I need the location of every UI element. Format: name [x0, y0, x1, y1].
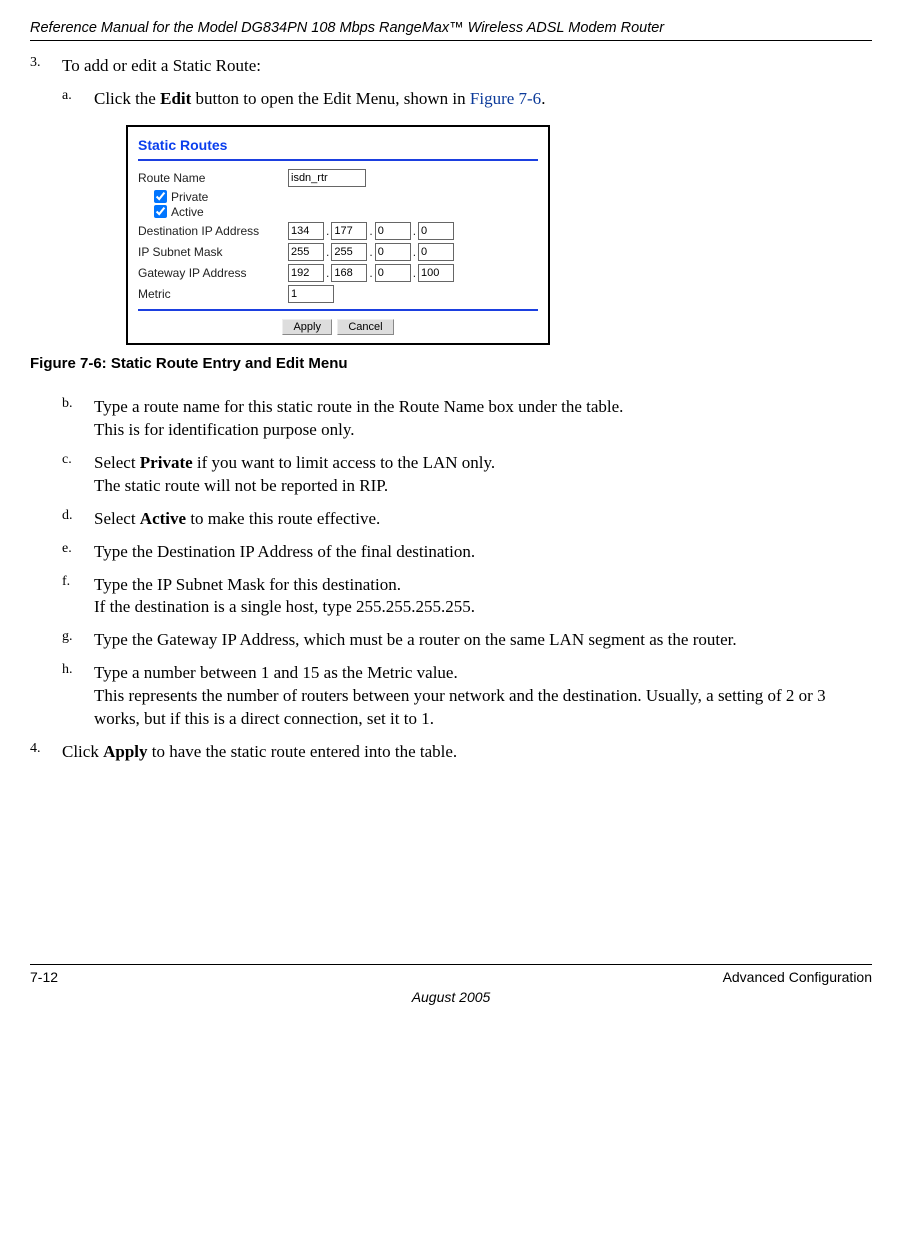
- figure-caption: Figure 7-6: Static Route Entry and Edit …: [30, 355, 872, 372]
- mask-3[interactable]: [375, 243, 411, 261]
- step-3f-marker: f.: [62, 574, 94, 620]
- step-4: 4. Click Apply to have the static route …: [30, 741, 872, 764]
- step-3a-text: Click the Edit button to open the Edit M…: [94, 88, 872, 111]
- page-number: 7-12: [30, 969, 58, 985]
- step-3f: f. Type the IP Subnet Mask for this dest…: [62, 574, 872, 620]
- panel-title: Static Routes: [138, 137, 538, 153]
- step-3b-marker: b.: [62, 396, 94, 442]
- route-name-row: Route Name: [138, 169, 538, 187]
- step-3g: g. Type the Gateway IP Address, which mu…: [62, 629, 872, 652]
- dest-ip-4[interactable]: [418, 222, 454, 240]
- step-3e: e. Type the Destination IP Address of th…: [62, 541, 872, 564]
- step-3b-text: Type a route name for this static route …: [94, 396, 872, 442]
- step-3a-post: .: [541, 89, 545, 108]
- gw-label: Gateway IP Address: [138, 266, 288, 280]
- step-3b: b. Type a route name for this static rou…: [62, 396, 872, 442]
- route-name-label: Route Name: [138, 171, 288, 185]
- bottom-rule: [30, 964, 872, 965]
- dest-ip-row: Destination IP Address . . .: [138, 222, 538, 240]
- active-row: Active: [154, 205, 538, 219]
- step-3-text: To add or edit a Static Route:: [62, 55, 872, 78]
- step-3e-text: Type the Destination IP Address of the f…: [94, 541, 872, 564]
- gw-1[interactable]: [288, 264, 324, 282]
- step-3c-post: if you want to limit access to the LAN o…: [193, 453, 495, 472]
- mask-label: IP Subnet Mask: [138, 245, 288, 259]
- step-3g-text: Type the Gateway IP Address, which must …: [94, 629, 872, 652]
- step-4-text: Click Apply to have the static route ent…: [62, 741, 872, 764]
- active-label: Active: [171, 205, 204, 219]
- figure-7-6: Static Routes Route Name Private Active …: [126, 125, 872, 345]
- edit-bold: Edit: [160, 89, 191, 108]
- step-3c: c. Select Private if you want to limit a…: [62, 452, 872, 498]
- step-3h-l1: Type a number between 1 and 15 as the Me…: [94, 663, 458, 682]
- step-3f-l1: Type the IP Subnet Mask for this destina…: [94, 575, 401, 594]
- step-3a-pre: Click the: [94, 89, 160, 108]
- running-header: Reference Manual for the Model DG834PN 1…: [30, 20, 872, 36]
- metric-input[interactable]: [288, 285, 334, 303]
- private-label: Private: [171, 190, 208, 204]
- panel-rule-bottom: [138, 309, 538, 311]
- step-3a-mid: button to open the Edit Menu, shown in: [191, 89, 470, 108]
- private-checkbox[interactable]: [154, 190, 167, 203]
- step-3: 3. To add or edit a Static Route:: [30, 55, 872, 78]
- step-3h-marker: h.: [62, 662, 94, 731]
- dest-ip-label: Destination IP Address: [138, 224, 288, 238]
- mask-4[interactable]: [418, 243, 454, 261]
- metric-row: Metric: [138, 285, 538, 303]
- step-3h-text: Type a number between 1 and 15 as the Me…: [94, 662, 872, 731]
- step-3c-pre: Select: [94, 453, 140, 472]
- private-bold: Private: [140, 453, 193, 472]
- static-routes-panel: Static Routes Route Name Private Active …: [126, 125, 550, 345]
- step-3d-post: to make this route effective.: [186, 509, 380, 528]
- button-bar: Apply Cancel: [138, 319, 538, 335]
- step-3a-marker: a.: [62, 88, 94, 111]
- mask-row: IP Subnet Mask . . .: [138, 243, 538, 261]
- mask-2[interactable]: [331, 243, 367, 261]
- step-3e-marker: e.: [62, 541, 94, 564]
- step-3b-l1: Type a route name for this static route …: [94, 397, 623, 416]
- panel-rule-top: [138, 159, 538, 161]
- step-3d-marker: d.: [62, 508, 94, 531]
- step-3f-l2: If the destination is a single host, typ…: [94, 597, 475, 616]
- active-bold: Active: [140, 509, 186, 528]
- step-3d: d. Select Active to make this route effe…: [62, 508, 872, 531]
- top-rule: [30, 40, 872, 41]
- step-3d-pre: Select: [94, 509, 140, 528]
- dest-ip-3[interactable]: [375, 222, 411, 240]
- dest-ip-2[interactable]: [331, 222, 367, 240]
- gw-3[interactable]: [375, 264, 411, 282]
- metric-label: Metric: [138, 287, 288, 301]
- gw-4[interactable]: [418, 264, 454, 282]
- step-3d-text: Select Active to make this route effecti…: [94, 508, 872, 531]
- step-3a: a. Click the Edit button to open the Edi…: [62, 88, 872, 111]
- apply-button[interactable]: Apply: [282, 319, 332, 335]
- apply-bold: Apply: [103, 742, 147, 761]
- gw-2[interactable]: [331, 264, 367, 282]
- step-4-pre: Click: [62, 742, 103, 761]
- gw-row: Gateway IP Address . . .: [138, 264, 538, 282]
- footer: 7-12 Advanced Configuration: [30, 967, 872, 985]
- route-name-input[interactable]: [288, 169, 366, 187]
- private-row: Private: [154, 190, 538, 204]
- step-3g-marker: g.: [62, 629, 94, 652]
- step-3h-l2: This represents the number of routers be…: [94, 686, 826, 728]
- active-checkbox[interactable]: [154, 205, 167, 218]
- step-3c-marker: c.: [62, 452, 94, 498]
- step-3-marker: 3.: [30, 55, 62, 78]
- step-4-marker: 4.: [30, 741, 62, 764]
- section-name: Advanced Configuration: [723, 969, 872, 985]
- dest-ip-1[interactable]: [288, 222, 324, 240]
- step-3c-l2: The static route will not be reported in…: [94, 476, 388, 495]
- step-3h: h. Type a number between 1 and 15 as the…: [62, 662, 872, 731]
- mask-1[interactable]: [288, 243, 324, 261]
- step-4-post: to have the static route entered into th…: [148, 742, 458, 761]
- step-3f-text: Type the IP Subnet Mask for this destina…: [94, 574, 872, 620]
- step-3b-l2: This is for identification purpose only.: [94, 420, 354, 439]
- footer-date: August 2005: [30, 989, 872, 1005]
- step-3c-text: Select Private if you want to limit acce…: [94, 452, 872, 498]
- cancel-button[interactable]: Cancel: [337, 319, 393, 335]
- figure-link[interactable]: Figure 7-6: [470, 89, 541, 108]
